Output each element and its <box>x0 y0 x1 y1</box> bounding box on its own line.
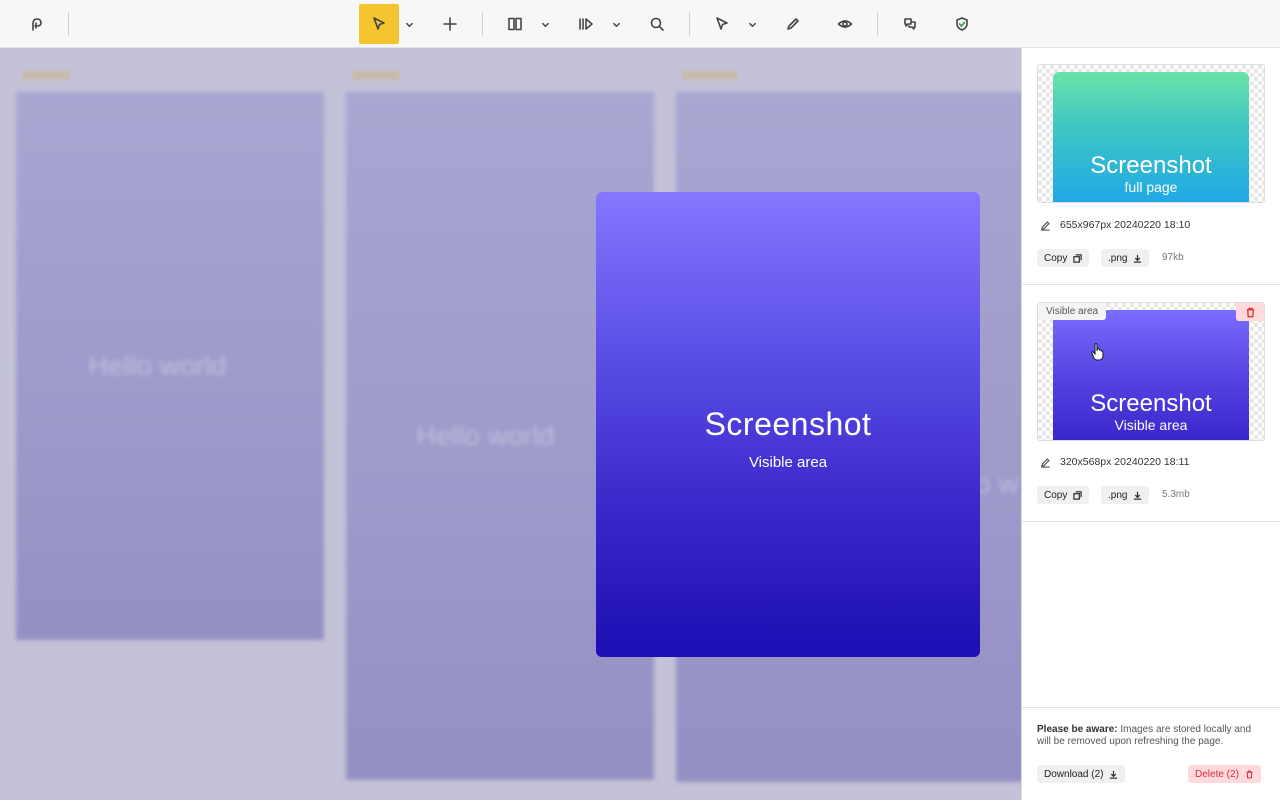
thumbnail-title: Screenshot <box>1090 152 1212 179</box>
eye-icon <box>837 20 853 28</box>
frame-title <box>682 70 738 80</box>
pointer-tool-button[interactable] <box>359 4 399 44</box>
frame-title <box>22 70 70 80</box>
download-all-label: Download (2) <box>1044 768 1104 780</box>
download-icon <box>1134 491 1142 500</box>
format-label: .png <box>1108 489 1128 501</box>
screenshots-panel: Screenshot full page 655x967px 20240220 … <box>1021 48 1280 800</box>
frame-text: o w <box>975 468 1019 499</box>
thumbnail-title: Screenshot <box>1090 390 1212 417</box>
cursor-icon <box>716 17 728 30</box>
thumbnail-image: Screenshot full page <box>1053 72 1249 202</box>
screenshot-thumbnail[interactable]: Screenshot full page <box>1037 64 1265 203</box>
delete-all-button[interactable]: Delete (2) <box>1188 765 1261 783</box>
download-all-button[interactable]: Download (2) <box>1037 765 1126 783</box>
frame-text: Hello world <box>88 350 227 381</box>
add-button[interactable] <box>438 4 462 44</box>
screenshot-preview: Screenshot Visible area <box>596 192 980 657</box>
present-chevron-down-icon[interactable] <box>609 4 623 44</box>
comments-icon <box>904 18 916 30</box>
file-size: 5.3mb <box>1162 489 1190 500</box>
toolbar-divider <box>482 12 483 36</box>
plus-icon <box>443 17 457 31</box>
draw-button[interactable] <box>781 4 805 44</box>
trash-icon <box>1246 307 1254 317</box>
screenshot-info: 655x967px 20240220 18:10 <box>1060 219 1191 231</box>
format-label: .png <box>1108 252 1128 264</box>
frame-text: Hello world <box>416 420 555 451</box>
screenshot-thumbnail[interactable]: Screenshot Visible area Visible area <box>1037 302 1265 441</box>
search-button[interactable] <box>645 4 669 44</box>
pencil-icon[interactable] <box>1040 457 1051 468</box>
copy-button[interactable]: Copy <box>1037 486 1090 504</box>
storage-notice: Please be aware: Images are stored local… <box>1037 724 1267 748</box>
security-button[interactable] <box>950 4 974 44</box>
hand-cursor-icon <box>1091 343 1104 361</box>
download-png-button[interactable]: .png <box>1101 486 1150 504</box>
notice-heading: Please be aware: <box>1037 724 1118 735</box>
trash-icon <box>1246 770 1253 778</box>
delete-all-label: Delete (2) <box>1195 768 1239 780</box>
download-icon <box>1110 770 1118 779</box>
pencil-icon <box>787 18 799 30</box>
preview-subtitle: Visible area <box>748 454 828 471</box>
copy-button[interactable]: Copy <box>1037 249 1090 267</box>
screenshot-card: Screenshot full page 655x967px 20240220 … <box>1022 48 1280 285</box>
download-png-button[interactable]: .png <box>1101 249 1150 267</box>
copy-icon <box>1073 490 1083 500</box>
logo-icon[interactable] <box>24 4 48 44</box>
download-icon <box>1134 254 1142 263</box>
thumbnail-image: Screenshot Visible area <box>1053 310 1249 440</box>
shield-check-icon <box>956 17 968 31</box>
layout-button[interactable] <box>503 4 527 44</box>
top-toolbar <box>0 0 1280 48</box>
screenshot-meta: 655x967px 20240220 18:10 <box>1040 219 1190 231</box>
frame-title <box>352 70 400 80</box>
screenshot-info: 320x568px 20240220 18:11 <box>1060 456 1190 468</box>
toolbar-divider <box>689 12 690 36</box>
pencil-icon[interactable] <box>1040 220 1051 231</box>
play-icon <box>579 18 593 30</box>
screenshot-card: Screenshot Visible area Visible area 320… <box>1022 285 1280 522</box>
toolbar-divider <box>877 12 878 36</box>
file-size: 97kb <box>1162 252 1184 263</box>
pointer-tool-chevron-down-icon[interactable] <box>402 4 416 44</box>
copy-label: Copy <box>1044 489 1068 501</box>
delete-screenshot-button[interactable] <box>1236 303 1264 321</box>
visible-area-tag: Visible area <box>1038 303 1107 320</box>
columns-icon <box>508 17 522 31</box>
copy-label: Copy <box>1044 252 1068 264</box>
present-button[interactable] <box>574 4 598 44</box>
layout-chevron-down-icon[interactable] <box>538 4 552 44</box>
preview-title: Screenshot <box>704 406 872 442</box>
thumbnail-subtitle: full page <box>1124 179 1178 195</box>
select-chevron-down-icon[interactable] <box>745 4 759 44</box>
screenshot-meta: 320x568px 20240220 18:11 <box>1040 456 1189 468</box>
copy-icon <box>1073 253 1083 263</box>
select-button[interactable] <box>710 4 734 44</box>
comments-button[interactable] <box>898 4 922 44</box>
pointer-icon <box>373 17 385 30</box>
search-icon <box>650 17 664 31</box>
panel-footer: Please be aware: Images are stored local… <box>1022 707 1280 800</box>
thumbnail-subtitle: Visible area <box>1114 417 1188 433</box>
preview-button[interactable] <box>833 4 857 44</box>
toolbar-divider <box>68 12 69 36</box>
